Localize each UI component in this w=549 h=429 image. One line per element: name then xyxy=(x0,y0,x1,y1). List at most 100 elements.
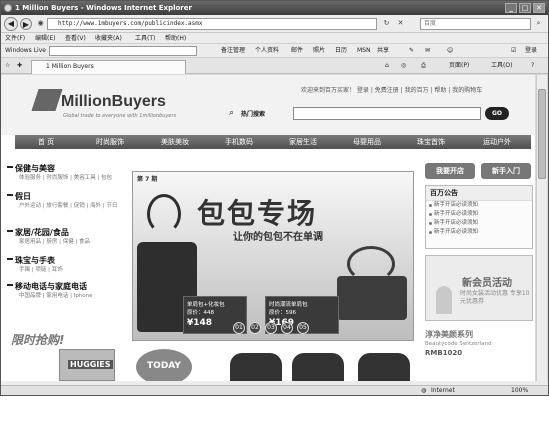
category-links[interactable]: 户外运动 | 旅行套餐 | 促销 | 海外 | 节日 xyxy=(5,203,125,210)
category-title[interactable]: 家居/花园/食品 xyxy=(5,227,125,238)
search-icon[interactable]: ⌕ xyxy=(533,18,544,29)
product-strip: TODAY xyxy=(132,349,422,381)
category-links[interactable]: 体验服务 | 时尚服饰 | 美容工具 | 包包 xyxy=(5,175,125,182)
sweater-product-3[interactable] xyxy=(358,353,410,381)
checkbox-icon[interactable]: ☑ xyxy=(511,44,516,58)
home-icon[interactable]: ⌂ xyxy=(385,58,389,74)
sweater-product-2[interactable] xyxy=(292,353,344,381)
tools-menu[interactable]: 工具(O) xyxy=(491,58,512,74)
link-profile[interactable]: 个人资料 xyxy=(255,44,279,58)
link-mail[interactable]: 邮件 xyxy=(291,44,303,58)
nav-home[interactable]: 首 页 xyxy=(15,135,77,149)
banner-page-1[interactable]: 01 xyxy=(233,322,245,334)
right-sidebar: 我要开店 新手入门 百万公告 新手开店必读须知 新手开店必读须知 新手开店必读须… xyxy=(425,163,535,381)
mail-icon[interactable]: ✉ xyxy=(425,44,430,58)
category-item[interactable]: 保健与美容 体验服务 | 时尚服饰 | 美容工具 | 包包 xyxy=(5,163,125,182)
category-item[interactable]: 家居/花园/食品 家居用品 | 厨房 | 保健 | 食品 xyxy=(5,227,125,246)
nav-digital[interactable]: 手机数码 xyxy=(207,135,271,149)
banner-page-5[interactable]: 05 xyxy=(297,322,309,334)
banner-page-4[interactable]: 04 xyxy=(281,322,293,334)
announcement-item[interactable]: 新手开店必读须知 xyxy=(426,219,532,228)
announcement-item[interactable]: 新手开店必读须知 xyxy=(426,228,532,237)
menu-file[interactable]: 文件(F) xyxy=(5,33,25,44)
address-bar[interactable]: http://www.1mbuyers.com/publicindex.asmx xyxy=(47,18,377,30)
category-title[interactable]: 珠宝与手表 xyxy=(5,255,125,266)
help-icon[interactable]: ? xyxy=(531,58,534,74)
banner-page-3[interactable]: 03 xyxy=(265,322,277,334)
category-item[interactable]: 珠宝与手表 手镯 | 项链 | 耳饰 xyxy=(5,255,125,274)
logo-tagline: Global trade to everyone with 1millionbu… xyxy=(63,113,177,119)
add-favorite-icon[interactable]: ✚ xyxy=(17,58,22,74)
go-button[interactable]: GO xyxy=(485,107,509,120)
print-icon[interactable]: ⎙ xyxy=(421,58,426,74)
open-store-button[interactable]: 我要开店 xyxy=(425,163,475,179)
minimize-button[interactable]: _ xyxy=(505,3,517,13)
today-badge[interactable]: TODAY xyxy=(136,349,192,381)
close-button[interactable]: ✕ xyxy=(533,3,545,13)
scrollbar-thumb[interactable] xyxy=(538,89,546,179)
category-item[interactable]: 移动电话与家庭电话 中国品牌 | 家用电话 | Iphone xyxy=(5,281,125,300)
category-links[interactable]: 家居用品 | 厨房 | 保健 | 食品 xyxy=(5,239,125,246)
menu-edit[interactable]: 编辑(E) xyxy=(35,33,55,44)
login-link[interactable]: 登录 xyxy=(525,44,537,58)
feeds-icon[interactable]: ◎ xyxy=(401,58,406,74)
zone-label: Internet xyxy=(431,387,455,394)
promo-banner[interactable]: 第 7 期 包包专场 让你的包包不在单调 单肩包+化妆包 原价：448 ¥148… xyxy=(132,171,414,341)
flash-sale-title[interactable]: 限时抢购! xyxy=(11,331,64,348)
category-links[interactable]: 中国品牌 | 家用电话 | Iphone xyxy=(5,293,125,300)
category-title[interactable]: 移动电话与家庭电话 xyxy=(5,281,125,292)
windows-live-search[interactable] xyxy=(49,46,197,56)
tab-title: 1 Million Buyers xyxy=(46,63,94,70)
link-msn[interactable]: MSN xyxy=(357,44,370,58)
nav-home-living[interactable]: 家居生活 xyxy=(271,135,335,149)
forward-arrow-icon: ▶ xyxy=(22,20,30,29)
site-logo[interactable]: MillionBuyers xyxy=(61,93,166,111)
forward-button[interactable]: ▶ xyxy=(20,18,32,30)
stop-button[interactable]: ✕ xyxy=(395,18,406,29)
newbie-guide-button[interactable]: 新手入门 xyxy=(481,163,531,179)
title-bar: 1 Million Buyers - Windows Internet Expl… xyxy=(1,1,548,15)
announcement-item[interactable]: 新手开店必读须知 xyxy=(426,210,532,219)
nav-sports[interactable]: 运动户外 xyxy=(463,135,531,149)
vertical-scrollbar[interactable] xyxy=(536,75,547,381)
huggies-product-image[interactable]: HUGGIES xyxy=(59,349,115,381)
site-search-input[interactable] xyxy=(293,107,481,120)
page-menu[interactable]: 页面(P) xyxy=(449,58,469,74)
menu-favorites[interactable]: 收藏夹(A) xyxy=(95,33,122,44)
link-photos[interactable]: 照片 xyxy=(313,44,325,58)
menu-bar: 文件(F) 编辑(E) 查看(V) 收藏夹(A) 工具(T) 帮助(H) xyxy=(1,33,548,44)
logo-1-icon[interactable] xyxy=(31,89,63,111)
beauty-series-subtitle: Beautycode Switzerland xyxy=(425,341,492,347)
deal-name: 时尚潮流单肩包 xyxy=(269,302,308,308)
zoom-level[interactable]: 100% xyxy=(511,386,528,395)
back-button[interactable]: ◀ xyxy=(4,17,18,31)
nav-baby[interactable]: 母婴用品 xyxy=(335,135,399,149)
menu-view[interactable]: 查看(V) xyxy=(65,33,86,44)
category-item[interactable]: 假日 户外运动 | 旅行套餐 | 促销 | 海外 | 节日 xyxy=(5,191,125,210)
nav-jewelry[interactable]: 珠宝首饰 xyxy=(399,135,463,149)
menu-help[interactable]: 帮助(H) xyxy=(165,33,186,44)
category-title[interactable]: 假日 xyxy=(5,191,125,202)
maximize-button[interactable]: □ xyxy=(519,3,531,13)
people-icon[interactable]: ☺ xyxy=(447,44,453,58)
link-share[interactable]: 共享 xyxy=(377,44,389,58)
category-title[interactable]: 保健与美容 xyxy=(5,163,125,174)
link-calendar[interactable]: 日历 xyxy=(335,44,347,58)
beauty-series-title[interactable]: 淳净美颜系列 xyxy=(425,329,473,340)
search-input[interactable]: 百度 xyxy=(420,18,531,30)
category-links[interactable]: 手镯 | 项链 | 耳饰 xyxy=(5,267,125,274)
link-notes[interactable]: 备注管理 xyxy=(221,44,245,58)
nav-fashion[interactable]: 时尚服饰 xyxy=(77,135,143,149)
favorites-star-icon[interactable]: ☆ xyxy=(5,58,10,74)
menu-tools[interactable]: 工具(T) xyxy=(135,33,155,44)
pencil-icon[interactable]: ✎ xyxy=(409,44,414,58)
announcement-item[interactable]: 新手开店必读须知 xyxy=(426,201,532,210)
top-links[interactable]: 欢迎来到百万买家！ 登录 | 免费注册 | 我的百万 | 帮助 | 我的购物车 xyxy=(301,85,482,94)
banner-page-2[interactable]: 02 xyxy=(249,322,261,334)
tab-1million-buyers[interactable]: 1 Million Buyers xyxy=(31,60,186,74)
sweater-product-1[interactable] xyxy=(230,353,282,381)
member-promo-card[interactable]: 新会员活动 时尚女装活动优惠 专享10元优惠券 xyxy=(425,255,533,321)
refresh-button[interactable]: ↻ xyxy=(381,18,392,29)
windows-live-label[interactable]: Windows Live xyxy=(5,44,46,58)
nav-beauty[interactable]: 美肤美妆 xyxy=(143,135,207,149)
